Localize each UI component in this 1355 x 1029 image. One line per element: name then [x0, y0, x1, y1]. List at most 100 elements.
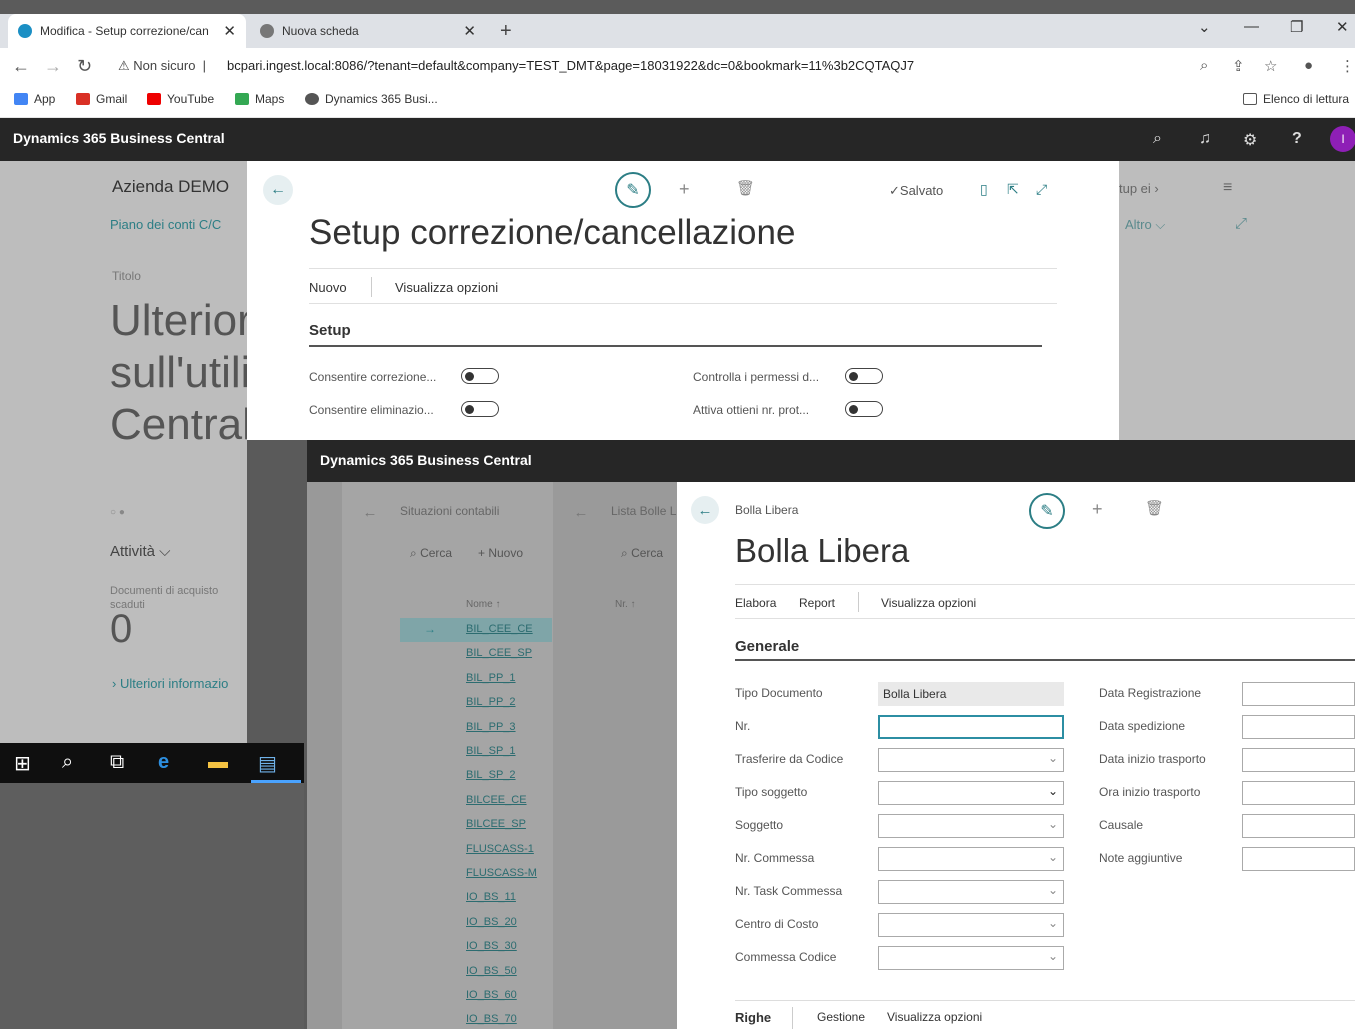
setup-link[interactable]: tup ei › — [1119, 181, 1159, 196]
action-elabora[interactable]: Elabora — [735, 596, 776, 610]
input-field[interactable] — [1242, 682, 1355, 706]
file-explorer-icon[interactable]: ▬ — [208, 751, 228, 774]
bookmark-star-icon[interactable]: ☆ — [1264, 57, 1277, 75]
list-item[interactable]: IO_BS_50 — [466, 965, 517, 977]
input-field[interactable] — [1242, 814, 1355, 838]
input-field[interactable] — [1242, 715, 1355, 739]
chevron-down-icon[interactable]: ⌄ — [1048, 751, 1058, 765]
cue-value[interactable]: 0 — [110, 607, 132, 652]
back-icon[interactable]: ← — [12, 56, 30, 77]
back-arrow-icon[interactable]: ← — [567, 498, 595, 526]
back-arrow-icon[interactable]: ← — [691, 496, 719, 524]
new-button[interactable]: + Nuovo — [478, 546, 523, 560]
input-field[interactable] — [1242, 781, 1355, 805]
toggle-attiva-ottieni[interactable] — [845, 401, 883, 417]
minimize-icon[interactable]: — — [1244, 18, 1259, 35]
list-item[interactable]: BIL_PP_2 — [466, 696, 516, 708]
chevron-down-icon[interactable]: ⌄ — [1048, 883, 1058, 897]
carousel-dots[interactable]: ○ ● — [110, 507, 125, 518]
delete-icon[interactable]: 🗑 — [736, 179, 755, 197]
close-window-icon[interactable]: ✕ — [1336, 18, 1349, 36]
help-icon[interactable]: ? — [1292, 130, 1302, 148]
section-heading[interactable]: Generale — [735, 638, 799, 655]
restore-icon[interactable]: ❐ — [1290, 18, 1303, 36]
new-tab-icon[interactable]: + — [500, 20, 512, 43]
internet-explorer-icon[interactable]: e — [158, 751, 169, 774]
input-field[interactable]: ⌄ — [878, 946, 1064, 970]
more-info-link[interactable]: › Ulteriori informazio — [112, 676, 228, 691]
list-item[interactable]: IO_BS_11 — [466, 891, 516, 903]
close-tab-icon[interactable]: ✕ — [223, 22, 236, 40]
role-center-nav[interactable]: Piano dei conti C/C — [110, 217, 221, 232]
list-item[interactable]: BIL_SP_2 — [466, 769, 516, 781]
chevron-down-icon[interactable]: ⌄ — [1048, 850, 1058, 864]
edit-pencil-icon[interactable]: ✎ — [1029, 493, 1065, 529]
toggle-consentire-correzione[interactable] — [461, 368, 499, 384]
altro-menu[interactable]: Altro ⌵ — [1125, 217, 1165, 233]
bookmark-icon[interactable]: ▯ — [980, 181, 988, 198]
list-item[interactable]: IO_BS_60 — [466, 989, 517, 1001]
input-field[interactable]: ⌄ — [878, 748, 1064, 772]
avatar[interactable]: I — [1330, 126, 1355, 152]
expand-icon[interactable]: ⤢ — [1036, 181, 1047, 198]
action-visualizza-opzioni[interactable]: Visualizza opzioni — [887, 1010, 982, 1024]
app-brand[interactable]: Dynamics 365 Business Central — [13, 130, 225, 146]
reading-list[interactable]: Elenco di lettura — [1243, 92, 1349, 106]
back-arrow-icon[interactable]: ← — [263, 175, 293, 205]
list-item[interactable]: BIL_PP_1 — [466, 672, 516, 684]
expand-icon[interactable]: ⤢ — [1235, 215, 1247, 232]
list-item[interactable]: BILCEE_CE — [466, 794, 527, 806]
bookmark-gmail[interactable]: Gmail — [76, 92, 127, 106]
column-header[interactable]: Nr. ↑ — [615, 599, 636, 610]
menu-kebab-icon[interactable]: ⋮ — [1340, 57, 1355, 75]
url-input[interactable]: bcpari.ingest.local:8086/?tenant=default… — [227, 58, 914, 73]
hamburger-icon[interactable]: ≡ — [1223, 179, 1232, 197]
app-brand[interactable]: Dynamics 365 Business Central — [320, 452, 532, 468]
windows-start-icon[interactable]: ⊞ — [14, 751, 31, 776]
input-field[interactable] — [1242, 847, 1355, 871]
list-item[interactable]: IO_BS_20 — [466, 916, 517, 928]
forward-icon[interactable]: → — [44, 56, 62, 77]
bookmark-youtube[interactable]: YouTube — [147, 92, 214, 106]
input-field[interactable] — [1242, 748, 1355, 772]
list-item[interactable]: BIL_PP_3 — [466, 721, 516, 733]
input-field[interactable]: ⌄ — [878, 847, 1064, 871]
input-field[interactable] — [878, 715, 1064, 739]
search-icon[interactable]: ⌕ — [62, 751, 73, 774]
chevron-down-icon[interactable]: ⌄ — [1048, 817, 1058, 831]
search-button[interactable]: ⌕ Cerca — [621, 546, 663, 561]
input-field[interactable]: ⌄ — [878, 880, 1064, 904]
open-new-window-icon[interactable]: ⇱ — [1007, 181, 1019, 198]
share-icon[interactable]: ⇪ — [1232, 57, 1245, 75]
list-item[interactable]: BIL_CEE_SP — [466, 647, 532, 659]
input-field[interactable]: Bolla Libera — [878, 682, 1064, 706]
browser-tab-active[interactable]: Modifica - Setup correzione/can ✕ — [8, 14, 246, 48]
list-item[interactable]: BIL_SP_1 — [466, 745, 516, 757]
search-button[interactable]: ⌕ Cerca — [410, 546, 452, 561]
action-visualizza-opzioni[interactable]: Visualizza opzioni — [881, 596, 976, 610]
action-visualizza-opzioni[interactable]: Visualizza opzioni — [395, 280, 498, 295]
list-item[interactable]: FLUSCASS-1 — [466, 843, 534, 855]
chevron-down-icon[interactable]: ⌄ — [1048, 916, 1058, 930]
list-item[interactable]: IO_BS_30 — [466, 940, 517, 952]
zoom-icon[interactable]: ⌕ — [1200, 57, 1208, 74]
bookmark-maps[interactable]: Maps — [235, 92, 284, 106]
search-icon[interactable]: ⌕ — [1153, 130, 1162, 148]
list-item[interactable]: BIL_CEE_CE — [466, 623, 533, 635]
edit-pencil-icon[interactable]: ✎ — [615, 172, 651, 208]
action-nuovo[interactable]: Nuovo — [309, 280, 347, 295]
bookmark-apps[interactable]: App — [14, 92, 55, 106]
list-item[interactable]: BILCEE_SP — [466, 818, 526, 830]
task-view-icon[interactable]: ⧉ — [110, 751, 124, 774]
bookmark-dynamics[interactable]: Dynamics 365 Busi... — [305, 92, 438, 106]
company-name[interactable]: Azienda DEMO — [112, 177, 229, 197]
toggle-consentire-eliminazione[interactable] — [461, 401, 499, 417]
tab-search-icon[interactable]: ⌄ — [1198, 18, 1211, 36]
list-item[interactable]: IO_BS_70 — [466, 1013, 517, 1025]
add-icon[interactable]: + — [1092, 499, 1103, 520]
gear-icon[interactable]: ⚙ — [1243, 130, 1257, 150]
bell-icon[interactable]: ♫ — [1199, 130, 1211, 148]
delete-icon[interactable]: 🗑 — [1145, 499, 1164, 517]
browser-tab-new[interactable]: Nuova scheda ✕ — [250, 14, 486, 48]
chevron-down-icon[interactable]: ⌄ — [1048, 949, 1058, 963]
